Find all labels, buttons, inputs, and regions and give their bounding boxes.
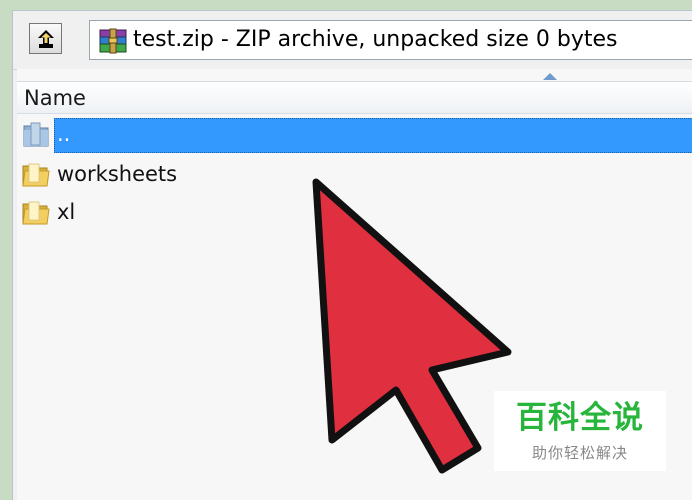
selection-highlight: [54, 118, 692, 153]
up-folder-icon: [37, 29, 54, 48]
column-header-name[interactable]: Name: [17, 81, 692, 114]
archive-path-text: test.zip - ZIP archive, unpacked size 0 …: [133, 27, 618, 52]
watermark-title: 百科全说: [516, 400, 644, 436]
list-item-parent-folder[interactable]: ..: [17, 115, 692, 153]
list-item-label: worksheets: [57, 162, 178, 186]
winrar-archive-icon: [99, 28, 127, 54]
watermark-subtitle: 助你轻松解决: [531, 444, 628, 462]
address-bar[interactable]: test.zip - ZIP archive, unpacked size 0 …: [89, 20, 692, 60]
toolbar: test.zip - ZIP archive, unpacked size 0 …: [13, 11, 692, 70]
list-item-label: xl: [57, 200, 76, 224]
red-arrow-cursor-icon: [312, 178, 512, 474]
list-item-label: ..: [57, 122, 71, 146]
watermark-logo: 百科全说 助你轻松解决: [494, 391, 666, 471]
sort-ascending-arrow-icon: [543, 73, 557, 80]
up-one-level-button[interactable]: [29, 23, 62, 54]
folder-icon: [22, 201, 50, 225]
parent-folder-icon: [23, 122, 49, 147]
folder-icon: [22, 163, 50, 187]
column-header-label: Name: [24, 86, 86, 110]
